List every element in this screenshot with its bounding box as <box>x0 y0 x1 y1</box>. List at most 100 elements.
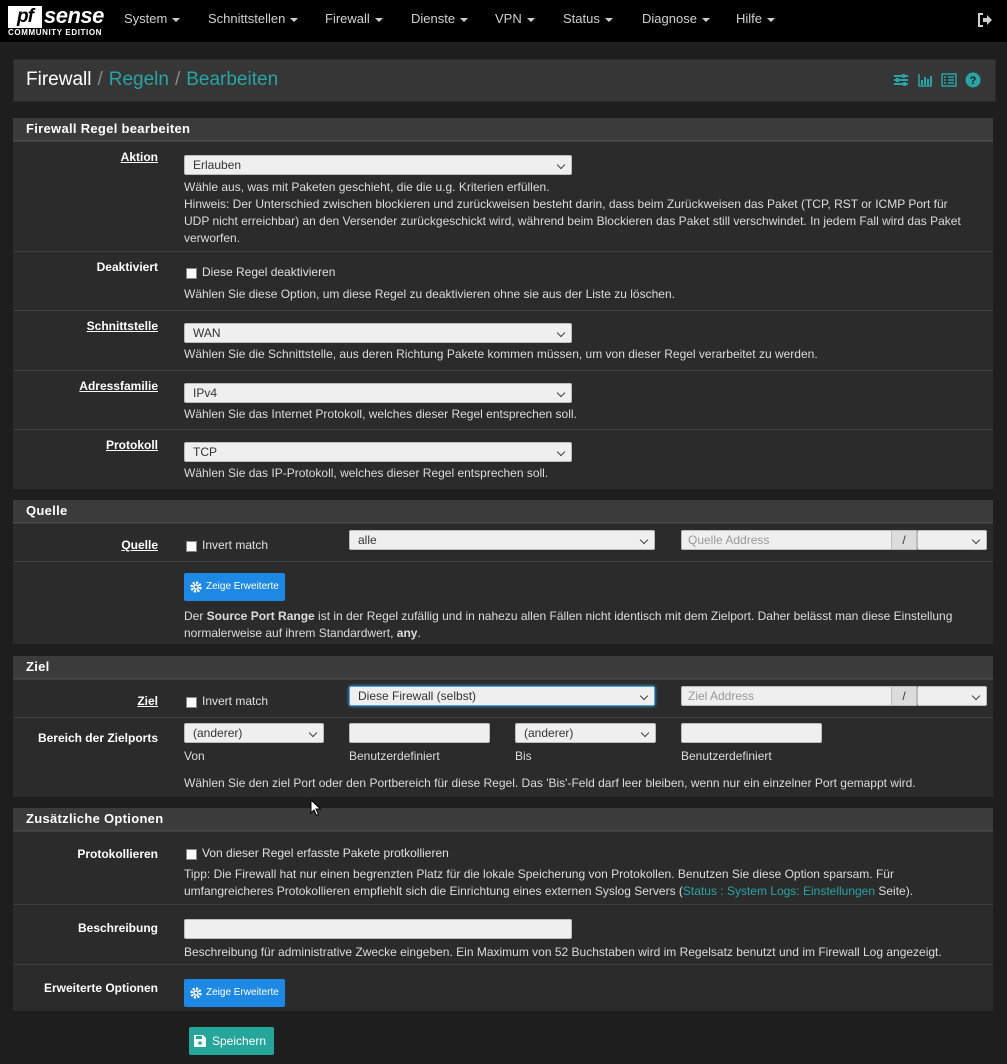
sliders-icon[interactable] <box>893 72 909 88</box>
port-from-custom-input[interactable] <box>349 723 490 743</box>
caret-down-icon <box>526 17 535 22</box>
logout-icon[interactable] <box>977 12 993 28</box>
chevron-down-icon <box>639 535 649 545</box>
row-beschreibung: Beschreibung Beschreibung für administra… <box>13 904 993 964</box>
select-dest-mask[interactable] <box>917 686 987 706</box>
chevron-down-icon <box>556 447 566 457</box>
panel-edit-rule: Firewall Regel bearbeiten Aktion Erlaube… <box>13 118 993 489</box>
select-adressfamilie[interactable]: IPv4 <box>184 383 572 403</box>
breadcrumb-bearbeiten[interactable]: Bearbeiten <box>186 69 278 90</box>
slash-addon: / <box>891 530 917 550</box>
show-advanced-source-button[interactable]: Zeige Erweiterte <box>184 573 285 601</box>
help-icon[interactable]: ? <box>965 72 981 88</box>
select-schnittstelle[interactable]: WAN <box>184 323 572 343</box>
show-advanced-options-button[interactable]: Zeige Erweiterte <box>184 979 285 1007</box>
source-address-input[interactable]: Quelle Address <box>681 530 892 550</box>
nav-system[interactable]: System <box>124 11 181 26</box>
panel-extra-options: Zusätzliche Optionen Protokollieren Von … <box>13 808 993 1011</box>
checkbox-log[interactable] <box>186 849 197 860</box>
page-header: Firewall / Regeln / Bearbeiten ? <box>13 59 996 102</box>
caret-down-icon <box>604 17 613 22</box>
label-protokollieren: Protokollieren <box>77 847 158 861</box>
sublabel-bis: Bis <box>515 749 532 763</box>
sublabel-custom-to: Benutzerdefiniert <box>681 749 772 763</box>
panel-title: Quelle <box>13 500 993 523</box>
breadcrumb-firewall: Firewall <box>26 69 92 90</box>
logo-sense: sense <box>44 3 104 28</box>
checkbox-invert-source[interactable] <box>186 541 197 552</box>
help-adressfamilie: Wählen Sie das Internet Protokoll, welch… <box>184 407 577 421</box>
chevron-down-icon <box>971 691 981 701</box>
nav-vpn[interactable]: VPN <box>495 11 535 26</box>
panel-title: Firewall Regel bearbeiten <box>13 118 993 141</box>
caret-down-icon <box>172 17 181 22</box>
label-advanced-options: Erweiterte Optionen <box>43 981 158 995</box>
nav-schnittstellen[interactable]: Schnittstellen <box>208 11 299 26</box>
port-to-custom-input[interactable] <box>681 723 822 743</box>
panel-title: Zusätzliche Optionen <box>13 808 993 831</box>
label-schnittstelle: Schnittstelle <box>86 319 158 333</box>
nav-hilfe[interactable]: Hilfe <box>736 11 776 26</box>
select-source-mask[interactable] <box>917 530 987 550</box>
chevron-down-icon <box>971 535 981 545</box>
select-port-from[interactable]: (anderer) <box>184 723 324 743</box>
save-icon <box>194 1035 206 1047</box>
select-protokoll[interactable]: TCP <box>184 442 572 462</box>
row-advanced-options: Erweiterte Optionen Zeige Erweiterte <box>13 964 993 1012</box>
caret-down-icon <box>374 17 383 22</box>
svg-text:?: ? <box>970 75 977 87</box>
sublabel-von: Von <box>184 749 205 763</box>
sublabel-custom-from: Benutzerdefiniert <box>349 749 440 763</box>
row-deaktiviert: Deaktiviert Diese Regel deaktivieren Wäh… <box>13 251 993 310</box>
description-input[interactable] <box>184 919 572 939</box>
row-aktion: Aktion Erlauben Wähle aus, was mit Paket… <box>13 141 993 251</box>
list-icon[interactable] <box>941 72 957 88</box>
label-ziel: Ziel <box>137 694 158 708</box>
select-aktion[interactable]: Erlauben <box>184 155 572 175</box>
slash-addon: / <box>891 686 917 706</box>
row-ziel: Ziel Invert match Diese Firewall (selbst… <box>13 679 993 717</box>
checkbox-label: Invert match <box>202 694 269 708</box>
chevron-down-icon <box>639 691 649 701</box>
help-deaktiviert: Wählen Sie diese Option, um diese Regel … <box>184 287 675 301</box>
caret-down-icon <box>290 17 299 22</box>
caret-down-icon <box>701 17 710 22</box>
select-source-type[interactable]: alle <box>349 530 655 550</box>
select-dest-type[interactable]: Diese Firewall (selbst) <box>349 686 655 706</box>
label-adressfamilie: Adressfamilie <box>79 379 158 393</box>
help-protokollieren: Tipp: Die Firewall hat nur einen begrenz… <box>184 867 914 898</box>
help-protokoll: Wählen Sie das IP-Protokoll, welches die… <box>184 466 549 480</box>
nav-status[interactable]: Status <box>563 11 613 26</box>
caret-down-icon <box>767 17 776 22</box>
label-beschreibung: Beschreibung <box>77 921 158 935</box>
nav-diagnose[interactable]: Diagnose <box>642 11 710 26</box>
row-schnittstelle: Schnittstelle WAN Wählen Sie die Schnitt… <box>13 310 993 370</box>
dest-address-input[interactable]: Ziel Address <box>681 686 892 706</box>
chevron-down-icon <box>556 160 566 170</box>
chevron-down-icon <box>556 388 566 398</box>
gear-icon <box>190 987 202 999</box>
logo-pf: pf <box>8 6 42 28</box>
nav-dienste[interactable]: Dienste <box>411 11 469 26</box>
row-dest-ports: Bereich der Zielports (anderer) (anderer… <box>13 717 993 798</box>
breadcrumb-regeln[interactable]: Regeln <box>109 69 169 90</box>
checkbox-label: Diese Regel deaktivieren <box>202 265 336 279</box>
caret-down-icon <box>460 17 469 22</box>
row-protokollieren: Protokollieren Von dieser Regel erfasste… <box>13 831 993 904</box>
bar-chart-icon[interactable] <box>917 72 933 88</box>
help-aktion: Wähle aus, was mit Paketen geschieht, di… <box>184 180 961 245</box>
help-source-port: Der Source Port Range ist in der Regel z… <box>184 609 953 640</box>
help-schnittstelle: Wählen Sie die Schnittstelle, aus deren … <box>184 347 818 361</box>
checkbox-invert-dest[interactable] <box>186 697 197 708</box>
save-button[interactable]: Speichern <box>189 1027 275 1055</box>
chevron-down-icon <box>556 328 566 338</box>
top-navbar: pf sense COMMUNITY EDITION System Schnit… <box>0 0 1007 42</box>
panel-title: Ziel <box>13 656 993 679</box>
select-port-to[interactable]: (anderer) <box>515 723 656 743</box>
logo-edition: COMMUNITY EDITION <box>8 28 103 37</box>
chevron-down-icon <box>640 728 650 738</box>
checkbox-deaktivieren[interactable] <box>186 268 197 279</box>
nav-firewall[interactable]: Firewall <box>325 11 383 26</box>
pfsense-logo[interactable]: pf sense COMMUNITY EDITION <box>8 4 104 38</box>
system-logs-settings-link[interactable]: Status : System Logs: Einstellungen <box>683 884 875 898</box>
